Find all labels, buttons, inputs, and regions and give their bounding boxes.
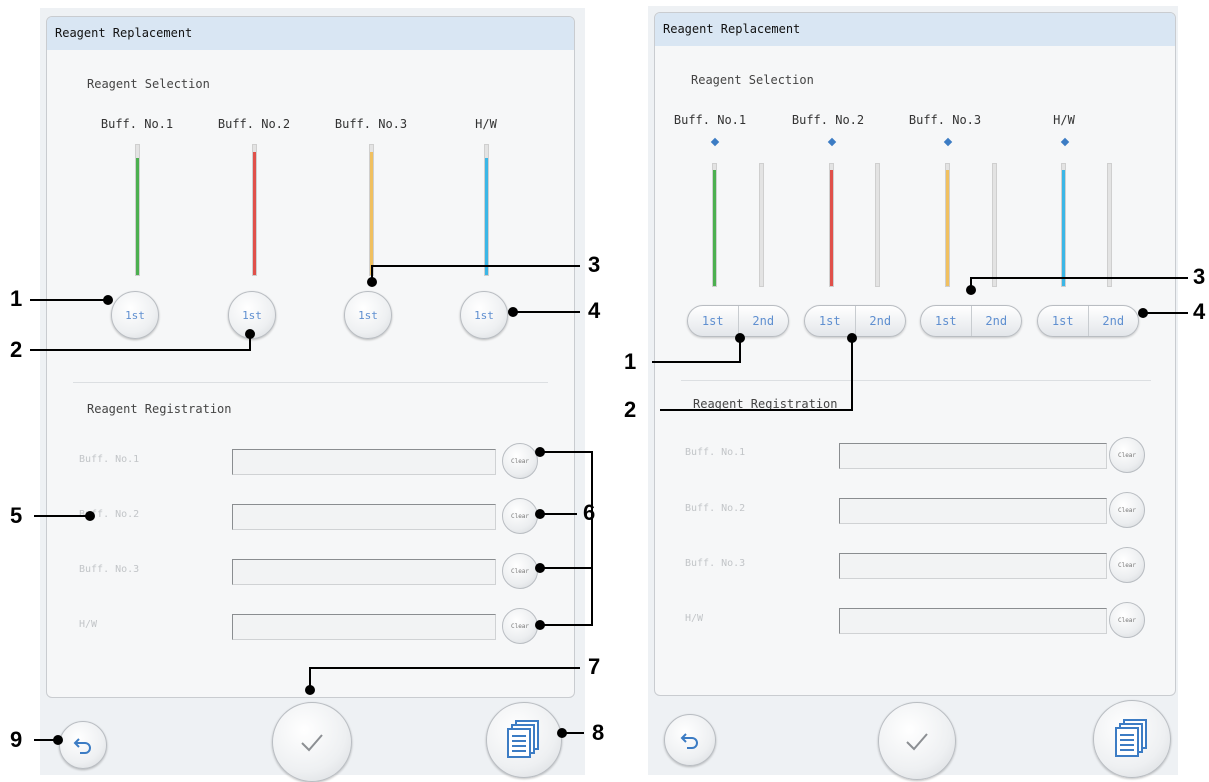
callout-dot-r4 <box>1138 308 1148 318</box>
callout-dot-r3 <box>966 285 976 295</box>
callout-r3: 3 <box>1193 264 1206 289</box>
callout-dot-6a <box>535 447 545 457</box>
callout-1: 1 <box>10 286 23 311</box>
callout-dot-2 <box>245 329 255 339</box>
callout-lines <box>30 265 1188 741</box>
callout-6: 6 <box>583 500 596 525</box>
callout-dot-3 <box>367 277 377 287</box>
callout-dot-8 <box>557 728 567 738</box>
callout-dot-4 <box>508 307 518 317</box>
callout-4: 4 <box>588 298 601 323</box>
callout-dot-1 <box>103 295 113 305</box>
callout-dot-9 <box>53 735 63 745</box>
callout-dot-6d <box>535 620 545 630</box>
callout-dot-6c <box>535 563 545 573</box>
callout-dot-5 <box>85 511 95 521</box>
callout-9: 9 <box>10 727 23 752</box>
callout-8: 8 <box>592 720 605 745</box>
callout-r2: 2 <box>624 397 637 422</box>
callout-5: 5 <box>10 503 23 528</box>
callout-r4: 4 <box>1193 299 1206 324</box>
callout-7: 7 <box>588 654 601 679</box>
callout-dot-6b <box>535 509 545 519</box>
callout-dot-r2 <box>847 333 857 343</box>
callout-dot-r1 <box>735 333 745 343</box>
callout-3: 3 <box>588 252 601 277</box>
callout-r1: 1 <box>624 349 637 374</box>
callout-dot-7 <box>305 685 315 695</box>
callout-2: 2 <box>10 337 23 362</box>
